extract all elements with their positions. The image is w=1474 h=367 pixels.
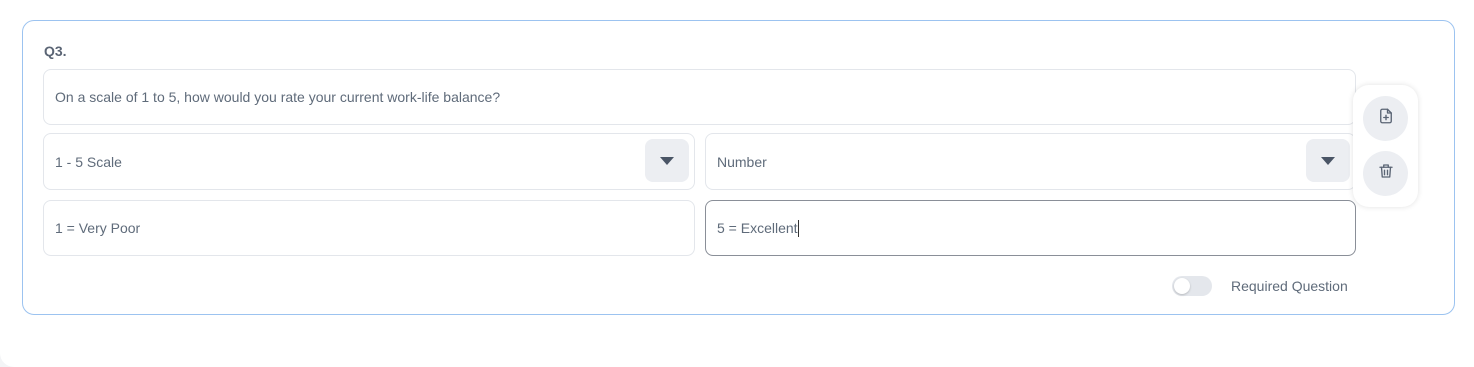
question-number: Q3. xyxy=(44,43,67,59)
answer-type-select[interactable]: Number xyxy=(705,133,1356,190)
toggle-knob xyxy=(1174,278,1190,294)
required-toggle-label: Required Question xyxy=(1231,278,1348,294)
answer-type-value: Number xyxy=(717,153,767,170)
low-label-input[interactable]: 1 = Very Poor xyxy=(43,200,695,256)
high-label-input[interactable]: 5 = Excellent xyxy=(705,200,1356,256)
question-card: Q3. On a scale of 1 to 5, how would you … xyxy=(22,20,1455,315)
question-text-value: On a scale of 1 to 5, how would you rate… xyxy=(55,89,501,105)
page-surface: Q3. On a scale of 1 to 5, how would you … xyxy=(0,0,1474,367)
required-toggle-row: Required Question xyxy=(1172,275,1348,297)
high-label-value: 5 = Excellent xyxy=(717,220,798,236)
scale-type-dropdown-button[interactable] xyxy=(645,139,689,182)
delete-question-button[interactable] xyxy=(1363,151,1408,196)
trash-icon xyxy=(1377,162,1395,185)
scale-type-select[interactable]: 1 - 5 Scale xyxy=(43,133,695,190)
scale-type-value: 1 - 5 Scale xyxy=(55,153,122,170)
file-plus-icon xyxy=(1377,107,1395,130)
page-background: Q3. On a scale of 1 to 5, how would you … xyxy=(0,0,1474,367)
required-toggle[interactable] xyxy=(1172,276,1212,296)
triangle-down-icon xyxy=(1321,156,1335,165)
answer-type-dropdown-button[interactable] xyxy=(1306,139,1350,182)
question-actions-panel xyxy=(1353,85,1418,207)
question-text-input[interactable]: On a scale of 1 to 5, how would you rate… xyxy=(43,69,1356,125)
triangle-down-icon xyxy=(660,156,674,165)
text-cursor xyxy=(797,219,799,237)
add-question-button[interactable] xyxy=(1363,96,1408,141)
low-label-value: 1 = Very Poor xyxy=(55,220,141,236)
